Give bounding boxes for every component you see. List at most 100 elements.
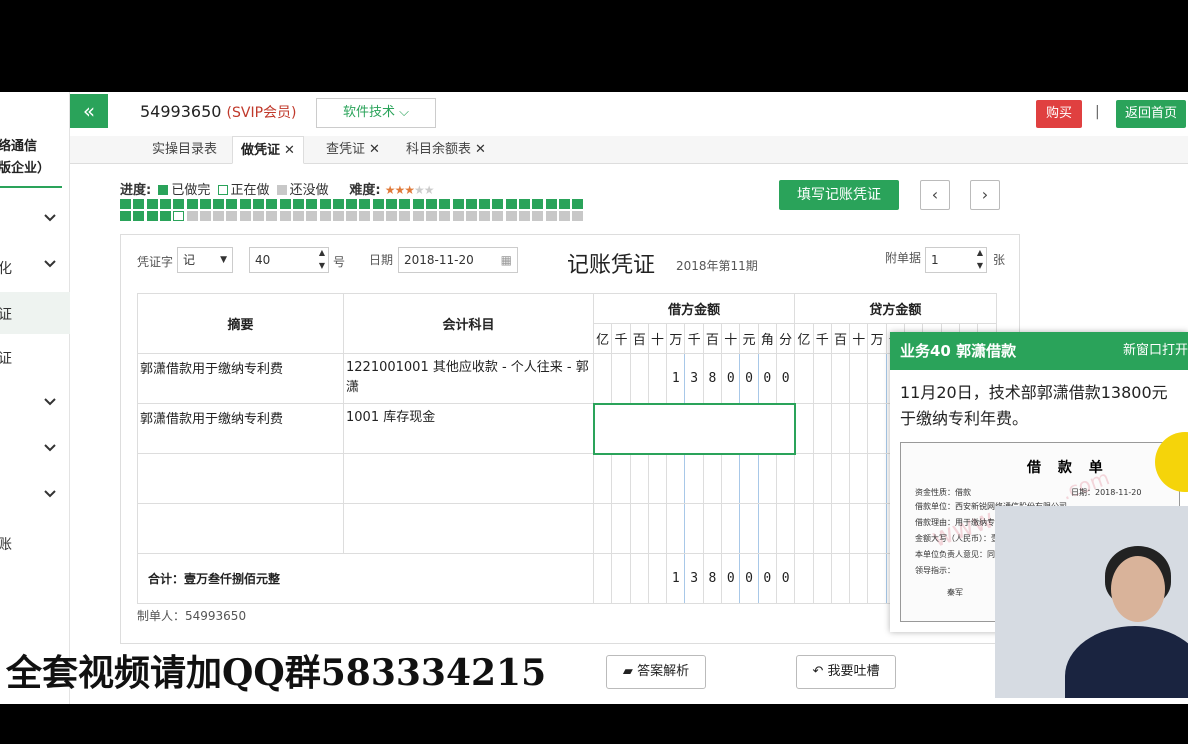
progress-cell[interactable]	[159, 211, 171, 221]
progress-cell[interactable]	[386, 211, 397, 221]
buy-button[interactable]: 购买	[1036, 100, 1082, 128]
prev-button[interactable]: ‹	[920, 180, 950, 210]
sidebar-item[interactable]	[0, 476, 70, 518]
progress-cell[interactable]	[532, 211, 544, 221]
fill-voucher-button[interactable]: 填写记账凭证	[779, 180, 899, 210]
progress-cell[interactable]	[332, 211, 344, 221]
date-input[interactable]: 2018-11-20 ▦	[398, 247, 518, 273]
progress-cell[interactable]	[399, 211, 411, 221]
progress-cell[interactable]	[439, 199, 451, 209]
attachments-input[interactable]: 1 ▲ ▼	[925, 247, 987, 273]
sidebar-item[interactable]	[0, 384, 70, 426]
progress-cell[interactable]	[146, 199, 158, 209]
progress-cell[interactable]	[519, 199, 530, 209]
progress-cell[interactable]	[558, 211, 570, 221]
progress-cell[interactable]	[545, 211, 557, 221]
complain-button[interactable]: ↶ 我要吐槽	[796, 655, 896, 689]
progress-cell[interactable]	[479, 211, 491, 221]
progress-cell[interactable]	[412, 199, 424, 209]
progress-cell[interactable]	[519, 211, 530, 221]
progress-cell[interactable]	[425, 199, 437, 209]
stepper-icon[interactable]: ▲ ▼	[977, 246, 983, 272]
row-summary[interactable]	[137, 503, 344, 554]
progress-cell[interactable]	[492, 211, 504, 221]
tab-practice-index[interactable]: 实操目录表	[144, 136, 225, 164]
progress-cell[interactable]	[465, 211, 477, 221]
voucher-number-input[interactable]: 40 ▲ ▼	[249, 247, 329, 273]
row-account[interactable]	[343, 503, 594, 554]
progress-cell[interactable]	[505, 211, 517, 221]
progress-cell[interactable]	[306, 199, 318, 209]
close-icon[interactable]: ✕	[369, 142, 380, 157]
progress-cell[interactable]	[239, 211, 251, 221]
tab-query-voucher[interactable]: 查凭证 ✕	[318, 136, 388, 164]
close-icon[interactable]: ✕	[284, 143, 295, 158]
progress-cell[interactable]	[226, 199, 238, 209]
debit-amount-input[interactable]	[592, 402, 796, 455]
progress-cell[interactable]	[186, 199, 198, 209]
progress-cell[interactable]	[319, 199, 331, 209]
progress-cell[interactable]	[199, 199, 211, 209]
progress-cell[interactable]	[159, 199, 171, 209]
next-button[interactable]: ›	[970, 180, 1000, 210]
progress-cell[interactable]	[146, 211, 158, 221]
sidebar-item[interactable]: 化	[0, 246, 70, 288]
close-icon[interactable]: ✕	[475, 142, 486, 157]
row-account[interactable]: 1001 库存现金	[343, 403, 594, 454]
progress-cell[interactable]	[572, 211, 584, 221]
progress-cell[interactable]	[199, 211, 211, 221]
progress-cell[interactable]	[253, 199, 264, 209]
progress-cell[interactable]	[332, 199, 344, 209]
progress-cell[interactable]	[572, 199, 584, 209]
answer-analysis-button[interactable]: ▰ 答案解析	[606, 655, 706, 689]
progress-cell[interactable]	[532, 199, 544, 209]
row-summary[interactable]: 郭潇借款用于缴纳专利费	[137, 353, 344, 404]
sidebar-item[interactable]: 证	[0, 292, 70, 334]
progress-cell[interactable]	[239, 199, 251, 209]
progress-cell[interactable]	[213, 211, 225, 221]
collapse-sidebar-button[interactable]: «	[70, 94, 108, 128]
tech-support-dropdown[interactable]: 软件技术 ⌵	[316, 98, 436, 128]
progress-cell[interactable]	[558, 199, 570, 209]
progress-cell[interactable]	[133, 199, 145, 209]
progress-cell[interactable]	[173, 211, 185, 221]
row-account[interactable]	[343, 453, 594, 504]
progress-cell[interactable]	[319, 211, 331, 221]
progress-cell[interactable]	[452, 211, 464, 221]
progress-cell[interactable]	[346, 199, 358, 209]
row-summary[interactable]: 郭潇借款用于缴纳专利费	[137, 403, 344, 454]
progress-cell[interactable]	[266, 211, 278, 221]
progress-cell[interactable]	[279, 211, 291, 221]
progress-cell[interactable]	[399, 199, 411, 209]
progress-cell[interactable]	[173, 199, 185, 209]
home-button[interactable]: 返回首页	[1116, 100, 1186, 128]
progress-cell[interactable]	[425, 211, 437, 221]
stepper-icon[interactable]: ▲ ▼	[319, 246, 325, 272]
progress-cell[interactable]	[213, 199, 225, 209]
progress-cell[interactable]	[226, 211, 238, 221]
tab-account-balance[interactable]: 科目余额表 ✕	[398, 136, 494, 164]
progress-cell[interactable]	[386, 199, 397, 209]
progress-cell[interactable]	[292, 199, 304, 209]
progress-cell[interactable]	[346, 211, 358, 221]
progress-cell[interactable]	[372, 211, 384, 221]
sidebar-item[interactable]	[0, 200, 70, 242]
voucher-word-select[interactable]: 记 ▼	[177, 247, 233, 273]
open-new-window-link[interactable]: 新窗口打开	[1123, 332, 1188, 370]
progress-cell[interactable]	[292, 211, 304, 221]
row-account[interactable]: 1221001001 其他应收款 - 个人往来 - 郭潇	[343, 353, 594, 404]
calendar-icon[interactable]: ▦	[501, 248, 512, 272]
progress-cell[interactable]	[266, 199, 278, 209]
progress-cell[interactable]	[133, 211, 145, 221]
progress-cell[interactable]	[279, 199, 291, 209]
progress-cell[interactable]	[439, 211, 451, 221]
progress-cell[interactable]	[545, 199, 557, 209]
progress-cell[interactable]	[359, 211, 371, 221]
progress-cell[interactable]	[372, 199, 384, 209]
progress-cell[interactable]	[359, 199, 371, 209]
progress-cell[interactable]	[186, 211, 198, 221]
sidebar-item[interactable]	[0, 430, 70, 472]
row-summary[interactable]	[137, 453, 344, 504]
sidebar-item[interactable]: 证	[0, 336, 70, 378]
progress-cell[interactable]	[479, 199, 491, 209]
